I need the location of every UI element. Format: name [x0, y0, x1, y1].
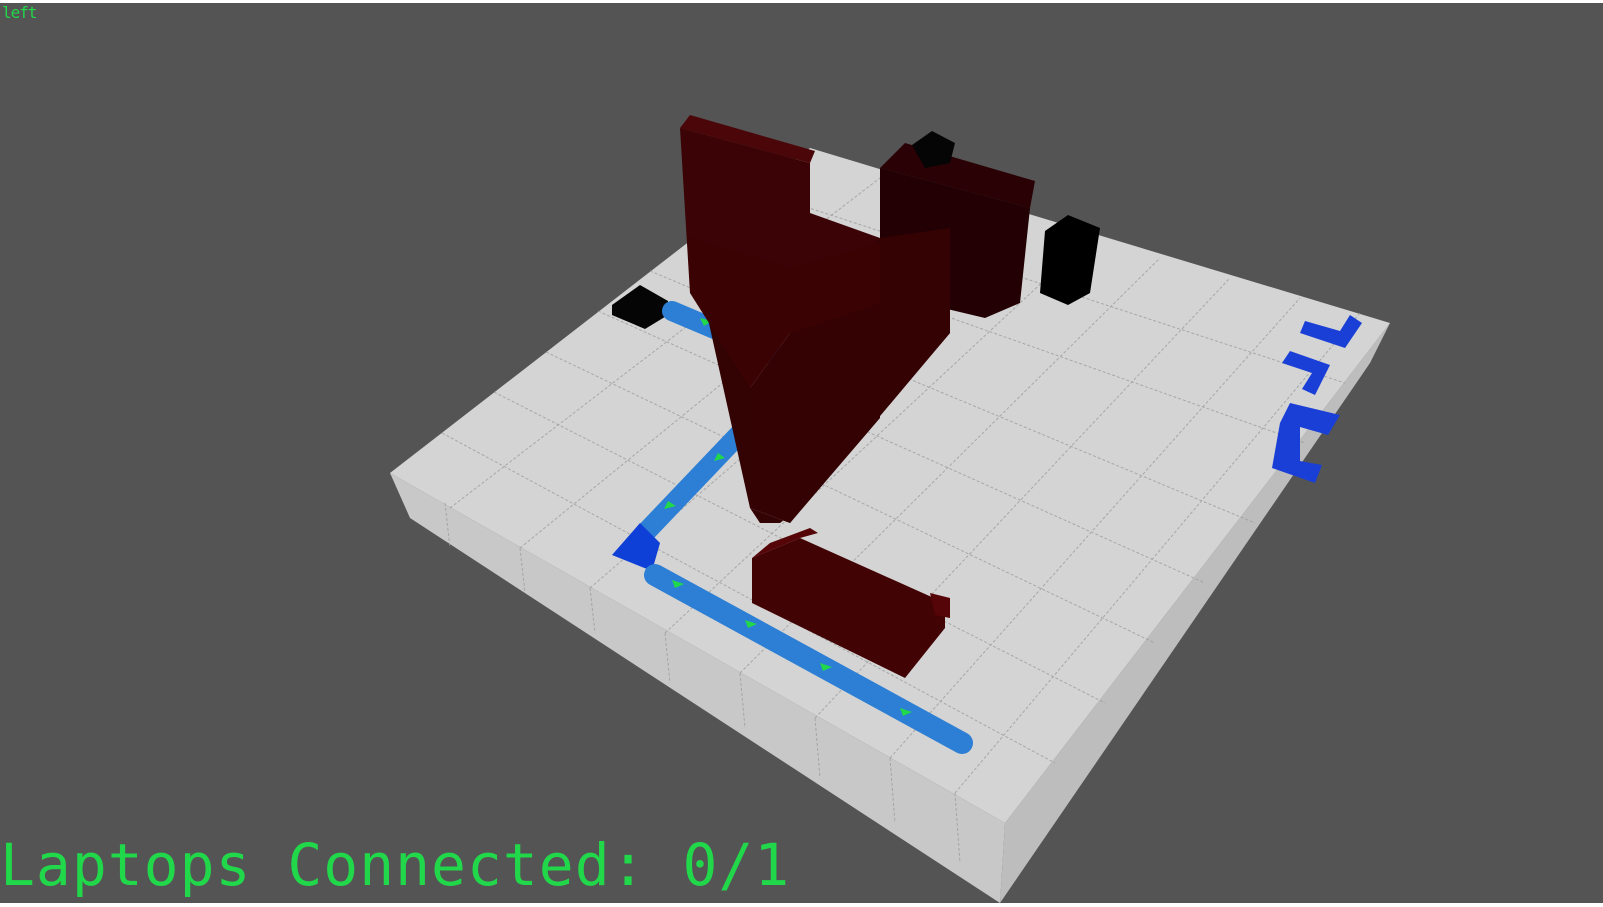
game-scene[interactable] [0, 3, 1603, 903]
laptops-connected-status: Laptops Connected: 0/1 [0, 831, 791, 899]
game-viewport[interactable]: left Laptops Connected: 0/1 [0, 3, 1603, 903]
view-label: left [2, 3, 38, 22]
